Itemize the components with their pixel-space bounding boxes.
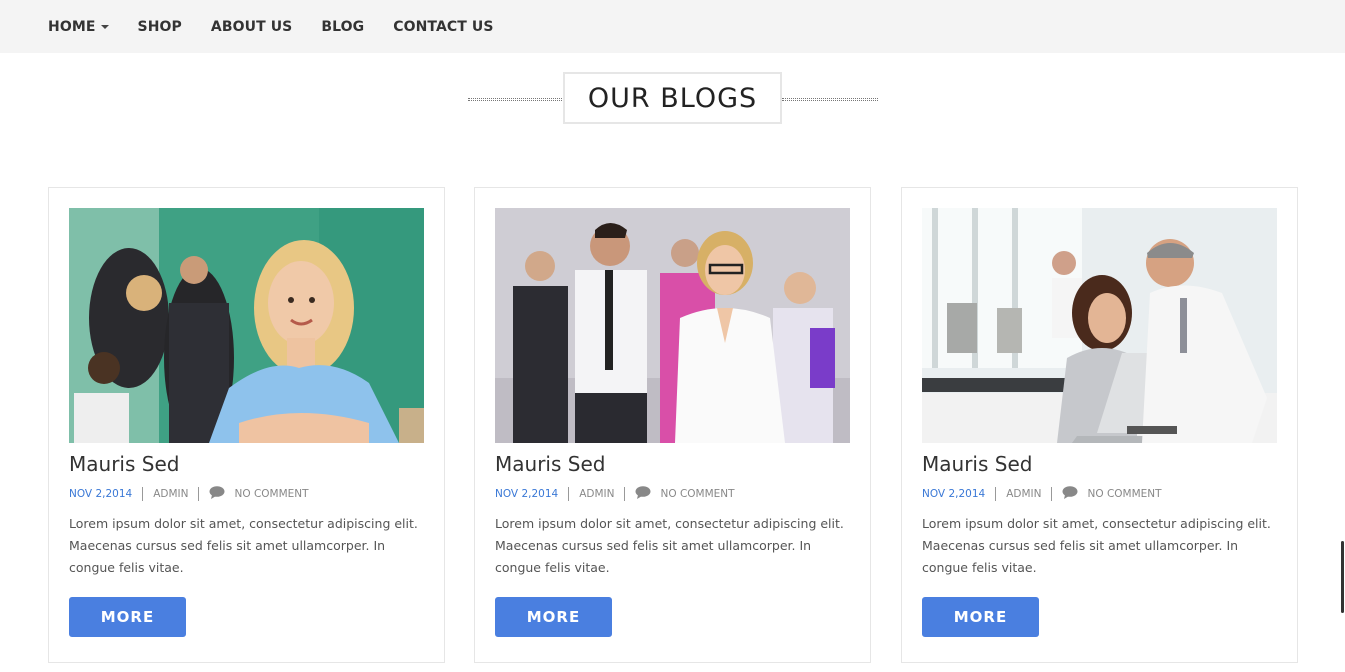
post-meta: NOV 2,2014 ADMIN NO COMMENT (922, 486, 1162, 502)
more-button[interactable]: MORE (69, 597, 186, 637)
nav-item-label: SHOP (137, 18, 182, 35)
blog-card: Mauris Sed NOV 2,2014 ADMIN NO COMMENT L… (474, 187, 871, 663)
post-title[interactable]: Mauris Sed (495, 452, 605, 476)
post-author[interactable]: ADMIN (579, 488, 614, 500)
post-meta: NOV 2,2014 ADMIN NO COMMENT (69, 486, 309, 502)
divider-line-left (468, 98, 564, 101)
post-excerpt: Lorem ipsum dolor sit amet, consectetur … (495, 516, 844, 575)
nav-item-blog[interactable]: BLOG (321, 19, 364, 35)
section-heading: OUR BLOGS (468, 72, 878, 124)
blog-image[interactable] (922, 208, 1277, 443)
meta-divider (198, 487, 200, 501)
divider-line-right (782, 98, 878, 101)
post-comments[interactable]: NO COMMENT (1087, 488, 1161, 500)
post-title[interactable]: Mauris Sed (69, 452, 179, 476)
post-comments[interactable]: NO COMMENT (660, 488, 734, 500)
more-button[interactable]: MORE (922, 597, 1039, 637)
post-comments[interactable]: NO COMMENT (234, 488, 308, 500)
post-author[interactable]: ADMIN (1006, 488, 1041, 500)
meta-divider (995, 487, 997, 501)
blog-card: Mauris Sed NOV 2,2014 ADMIN NO COMMENT L… (901, 187, 1298, 663)
post-date[interactable]: NOV 2,2014 (922, 488, 985, 500)
nav-item-about-us[interactable]: ABOUT US (211, 19, 292, 35)
blog-image[interactable] (495, 208, 850, 443)
nav-item-label: BLOG (321, 18, 365, 35)
section-title: OUR BLOGS (587, 82, 758, 114)
blog-card: Mauris Sed NOV 2,2014 ADMIN NO COMMENT L… (48, 187, 445, 663)
comment-icon (1062, 486, 1078, 502)
comment-icon (635, 486, 651, 502)
section-title-box: OUR BLOGS (563, 72, 782, 124)
nav-item-home[interactable]: HOME (48, 19, 109, 35)
top-navbar: HOME SHOP ABOUT US BLOG CONTACT US (0, 0, 1345, 53)
nav-item-label: ABOUT US (210, 18, 293, 35)
comment-icon (209, 486, 225, 502)
meta-divider (1051, 487, 1053, 501)
meta-divider (624, 487, 626, 501)
caret-down-icon (100, 25, 109, 29)
more-button[interactable]: MORE (495, 597, 612, 637)
post-meta: NOV 2,2014 ADMIN NO COMMENT (495, 486, 735, 502)
nav-item-label: HOME (48, 18, 96, 35)
post-excerpt: Lorem ipsum dolor sit amet, consectetur … (922, 516, 1271, 575)
nav-item-shop[interactable]: SHOP (138, 19, 182, 35)
post-title[interactable]: Mauris Sed (922, 452, 1032, 476)
post-excerpt: Lorem ipsum dolor sit amet, consectetur … (69, 516, 418, 575)
nav-item-label: CONTACT US (393, 18, 494, 35)
blog-image[interactable] (69, 208, 424, 443)
scrollbar-thumb[interactable] (1341, 541, 1344, 613)
post-author[interactable]: ADMIN (153, 488, 188, 500)
post-date[interactable]: NOV 2,2014 (69, 488, 132, 500)
nav-item-contact-us[interactable]: CONTACT US (393, 19, 493, 35)
nav-menu: HOME SHOP ABOUT US BLOG CONTACT US (48, 0, 523, 53)
meta-divider (142, 487, 144, 501)
post-date[interactable]: NOV 2,2014 (495, 488, 558, 500)
meta-divider (568, 487, 570, 501)
